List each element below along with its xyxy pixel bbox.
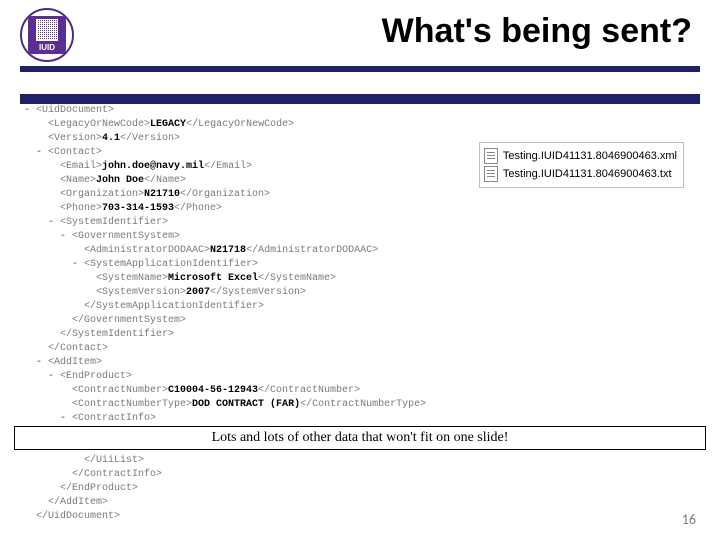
slide-title: What's being sent?	[74, 6, 700, 51]
page-number: 16	[682, 511, 696, 528]
file-list: Testing.IUID41131.8046900463.xml Testing…	[479, 142, 684, 188]
file-name: Testing.IUID41131.8046900463.xml	[503, 150, 677, 162]
caption-text: Lots and lots of other data that won't f…	[212, 430, 509, 446]
file-row: Testing.IUID41131.8046900463.txt	[484, 165, 677, 183]
file-icon	[484, 166, 498, 182]
caption-box: Lots and lots of other data that won't f…	[14, 426, 706, 450]
logo-text: IUID	[39, 43, 55, 52]
file-icon	[484, 148, 498, 164]
title-underline	[20, 66, 700, 72]
logo-badge: IUID	[20, 8, 74, 62]
file-name: Testing.IUID41131.8046900463.txt	[503, 168, 672, 180]
barcode-icon	[36, 19, 58, 41]
file-row: Testing.IUID41131.8046900463.xml	[484, 147, 677, 165]
